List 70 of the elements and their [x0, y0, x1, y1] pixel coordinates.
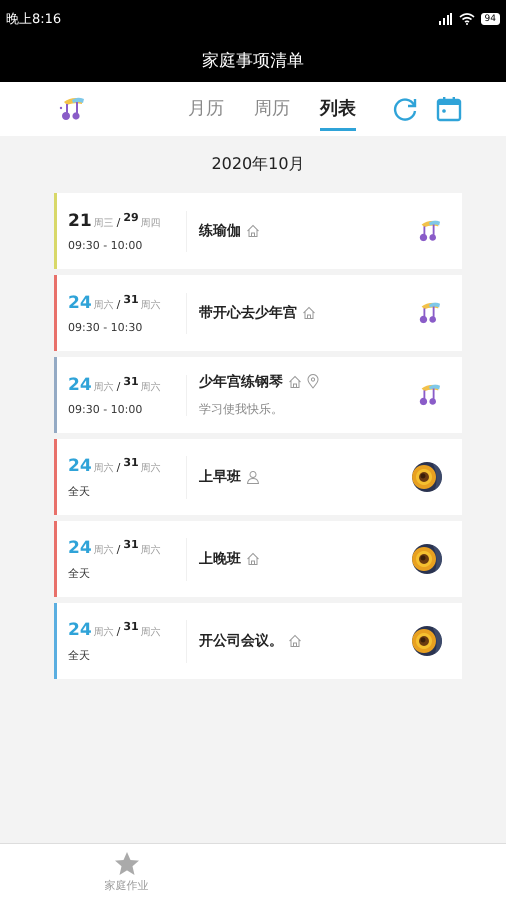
start-day: 24 — [68, 538, 92, 558]
home-icon — [246, 552, 260, 566]
date-separator: / — [116, 460, 120, 474]
event-title: 带开心去少年宫 — [199, 304, 297, 322]
date-separator: / — [116, 216, 120, 228]
calendar-icon[interactable] — [436, 96, 462, 122]
event-time: 全天 — [68, 484, 91, 498]
event-time: 全天 — [68, 566, 91, 580]
start-day: 21 — [68, 210, 92, 230]
music-note-icon — [58, 96, 86, 122]
start-weekday: 周三 — [94, 216, 114, 230]
nav-label: 家庭作业 — [104, 878, 148, 893]
event-title: 上晚班 — [199, 550, 241, 568]
home-icon — [288, 374, 302, 388]
start-day: 24 — [68, 292, 92, 312]
event-title: 练瑜伽 — [199, 222, 241, 240]
wifi-icon — [458, 13, 475, 25]
event-card[interactable]: 24 周六 / 31 周六 09:30 - 10:30 带开心去少年宫 — [54, 275, 462, 351]
home-icon — [246, 224, 260, 238]
event-card[interactable]: 24 周六 / 31 周六 全天 上早班 — [54, 439, 462, 515]
home-icon — [288, 634, 302, 648]
end-weekday: 周六 — [140, 544, 161, 556]
refresh-icon[interactable] — [392, 96, 418, 122]
event-time: 全天 — [68, 648, 91, 662]
person-icon — [246, 470, 260, 484]
start-weekday: 周六 — [94, 626, 114, 638]
end-weekday: 周六 — [140, 298, 161, 312]
signal-icon — [436, 13, 453, 25]
start-weekday: 周六 — [94, 544, 114, 556]
battery-level: 94 — [480, 13, 500, 25]
date-separator: / — [116, 542, 120, 556]
view-tab[interactable]: 周历 — [254, 88, 290, 130]
event-card[interactable]: 24 周六 / 31 周六 09:30 - 10:00 少年宫练钢琴 学习使我快乐。 — [54, 357, 462, 433]
end-day: 31 — [123, 456, 139, 468]
start-weekday: 周六 — [94, 298, 114, 312]
end-day: 29 — [123, 210, 139, 224]
event-title: 上早班 — [199, 468, 241, 486]
date-separator: / — [116, 380, 120, 392]
event-time: 09:30 - 10:30 — [68, 320, 144, 334]
location-pin-icon — [307, 374, 319, 389]
date-separator: / — [116, 298, 120, 310]
event-note: 学习使我快乐。 — [199, 400, 284, 418]
start-day: 24 — [68, 374, 92, 394]
end-weekday: 周四 — [140, 216, 161, 230]
star-icon — [114, 851, 140, 876]
home-icon — [302, 306, 316, 320]
event-time: 09:30 - 10:00 — [68, 402, 144, 416]
start-weekday: 周六 — [94, 380, 114, 394]
event-time: 09:30 - 10:00 — [68, 238, 144, 252]
month-heading: 2020年10月 — [210, 153, 306, 175]
end-day: 31 — [123, 374, 139, 388]
date-separator: / — [116, 624, 120, 638]
view-tab[interactable]: 月历 — [188, 88, 224, 130]
event-card[interactable]: 24 周六 / 31 周六 全天 上晚班 — [54, 521, 462, 597]
start-day: 24 — [68, 456, 92, 476]
event-title: 少年宫练钢琴 — [199, 372, 283, 390]
end-day: 31 — [123, 292, 139, 306]
start-weekday: 周六 — [94, 462, 114, 474]
event-card[interactable]: 21 周三 / 29 周四 09:30 - 10:00 练瑜伽 — [54, 193, 462, 269]
app-title: 家庭事项清单 — [202, 50, 304, 72]
event-title: 开公司会议。 — [199, 632, 283, 650]
status-time: 晚上8:16 — [6, 11, 62, 28]
view-tab[interactable]: 列表 — [320, 88, 356, 130]
event-card[interactable]: 24 周六 / 31 周六 全天 开公司会议。 — [54, 603, 462, 679]
end-weekday: 周六 — [140, 380, 161, 394]
start-day: 24 — [68, 620, 92, 640]
end-weekday: 周六 — [140, 626, 161, 638]
end-day: 31 — [123, 620, 139, 632]
end-day: 31 — [123, 538, 139, 550]
end-weekday: 周六 — [140, 462, 161, 474]
